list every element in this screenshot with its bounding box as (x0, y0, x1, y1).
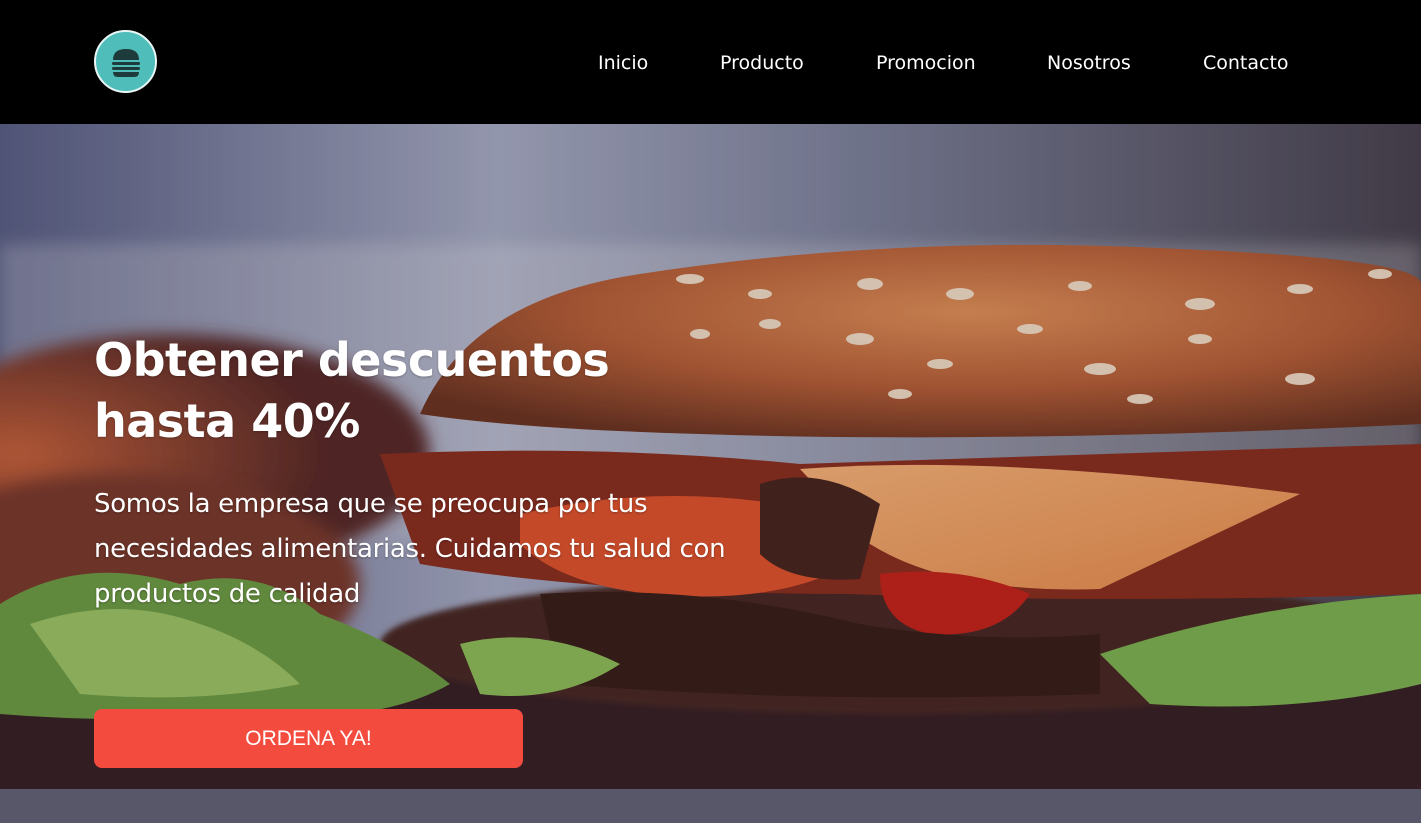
hero-description: Somos la empresa que se preocupa por tus… (94, 489, 726, 609)
main-nav: Inicio Producto Promocion Nosotros Conta… (0, 0, 1421, 124)
navbar: Inicio Producto Promocion Nosotros Conta… (0, 0, 1421, 124)
nav-link-contacto[interactable]: Contacto (1203, 50, 1289, 76)
nav-link-producto[interactable]: Producto (720, 50, 804, 76)
hero-section: Obtener descuentos hasta 40% Somos la em… (0, 124, 1421, 823)
hero-title: Obtener descuentos hasta 40% (94, 333, 610, 448)
order-now-button[interactable]: ORDENA YA! (94, 709, 523, 768)
nav-link-inicio[interactable]: Inicio (598, 50, 648, 76)
nav-link-promocion[interactable]: Promocion (876, 50, 976, 76)
nav-link-nosotros[interactable]: Nosotros (1047, 50, 1131, 76)
